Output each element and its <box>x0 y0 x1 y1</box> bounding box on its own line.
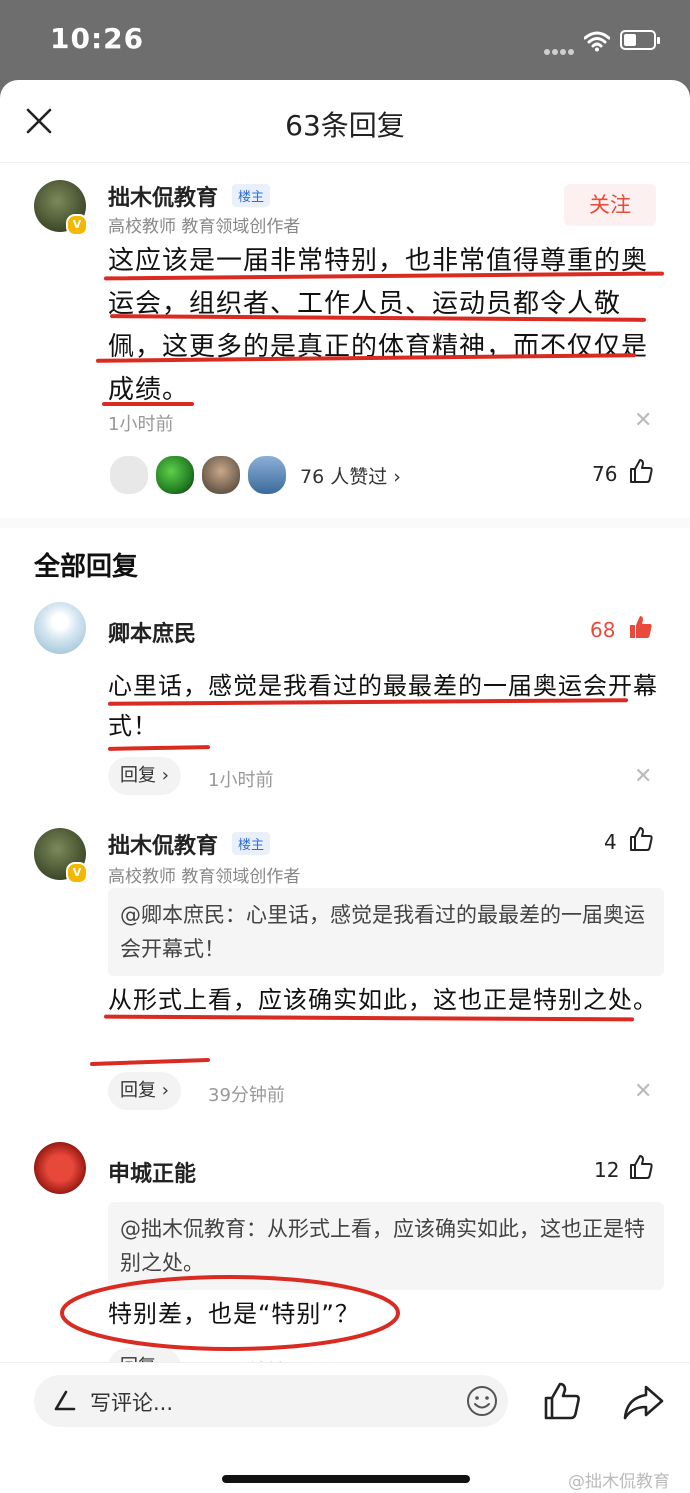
avatar <box>246 454 288 496</box>
comment-text: 心里话，感觉是我看过的最最差的一届奥运会开幕式！ <box>108 672 658 740</box>
wifi-icon <box>584 31 610 52</box>
avatar[interactable] <box>34 602 86 654</box>
like-count: 12 <box>594 1158 620 1182</box>
watermark: @拙木侃教育 <box>568 1472 670 1492</box>
thumbs-up-icon[interactable] <box>628 1154 654 1180</box>
replies-sheet: 63条回复 V 拙木侃教育 楼主 高校教师 教育领域创作者 关注 这应该是一届非… <box>0 80 690 1493</box>
post-author-name[interactable]: 拙木侃教育 <box>108 180 218 212</box>
comment-time: 1小时前 <box>208 770 274 791</box>
comment-input[interactable]: 写评论... <box>34 1375 508 1427</box>
sheet-header: 63条回复 <box>0 80 690 163</box>
owner-tag: 楼主 <box>232 184 271 207</box>
emoji-icon[interactable] <box>466 1385 498 1417</box>
page-title: 63条回复 <box>285 109 405 142</box>
author-subtitle: 高校教师 教育领域创作者 <box>108 867 301 887</box>
comment-author-name[interactable]: 拙木侃教育 <box>108 828 218 860</box>
annotation-underline <box>107 745 211 751</box>
battery-icon <box>620 30 660 50</box>
section-divider <box>0 518 690 528</box>
cellular-signal-icon <box>544 40 578 55</box>
annotation-underline <box>89 1057 211 1067</box>
comment-time: 39分钟前 <box>208 1085 285 1106</box>
follow-button[interactable]: 关注 <box>564 184 656 226</box>
avatar <box>108 454 150 496</box>
avatar[interactable] <box>34 1142 86 1194</box>
post-text: 这应该是一届非常特别，也非常值得尊重的奥运会，组织者、工作人员、运动员都令人敬佩… <box>108 246 649 405</box>
share-icon[interactable] <box>622 1383 664 1421</box>
home-indicator <box>222 1475 470 1483</box>
comment-author-name[interactable]: 卿本庶民 <box>108 616 196 648</box>
dismiss-icon[interactable]: ✕ <box>634 408 652 433</box>
comment-text: 从形式上看，应该确实如此，这也正是特别之处。 <box>108 986 658 1014</box>
input-placeholder: 写评论... <box>90 1391 174 1415</box>
likes-summary-link[interactable]: 76 人赞过 › <box>300 462 401 489</box>
pen-icon <box>54 1390 76 1411</box>
avatar <box>200 454 242 496</box>
annotation-circle <box>60 1275 400 1351</box>
reply-button[interactable]: 回复 › <box>108 757 181 795</box>
post-time: 1小时前 <box>108 414 174 435</box>
owner-tag: 楼主 <box>232 832 271 855</box>
dismiss-icon[interactable]: ✕ <box>634 764 652 789</box>
dismiss-icon[interactable]: ✕ <box>634 1079 652 1104</box>
quoted-reply: @卿本庶民：心里话，感觉是我看过的最最差的一届奥运会开幕式！ <box>108 888 664 976</box>
thumbs-up-icon[interactable] <box>628 458 654 484</box>
author-subtitle: 高校教师 教育领域创作者 <box>108 217 301 237</box>
like-count: 4 <box>604 830 617 854</box>
thumbs-up-icon[interactable] <box>542 1381 582 1421</box>
all-replies-title: 全部回复 <box>34 552 139 582</box>
avatar <box>154 454 196 496</box>
annotation-underline <box>102 402 194 406</box>
thumbs-up-filled-icon[interactable] <box>628 614 654 640</box>
comment-input-bar: 写评论... @拙木侃教育 <box>0 1362 690 1493</box>
verified-badge-icon: V <box>66 214 88 236</box>
status-bar: 10:26 <box>0 0 690 80</box>
comment-author-name[interactable]: 申城正能 <box>108 1156 196 1188</box>
like-count: 76 <box>592 462 618 486</box>
reply-button[interactable]: 回复 › <box>108 1072 181 1110</box>
verified-badge-icon: V <box>66 862 88 884</box>
like-count: 68 <box>590 618 616 642</box>
status-time: 10:26 <box>50 22 145 55</box>
thumbs-up-icon[interactable] <box>628 826 654 852</box>
